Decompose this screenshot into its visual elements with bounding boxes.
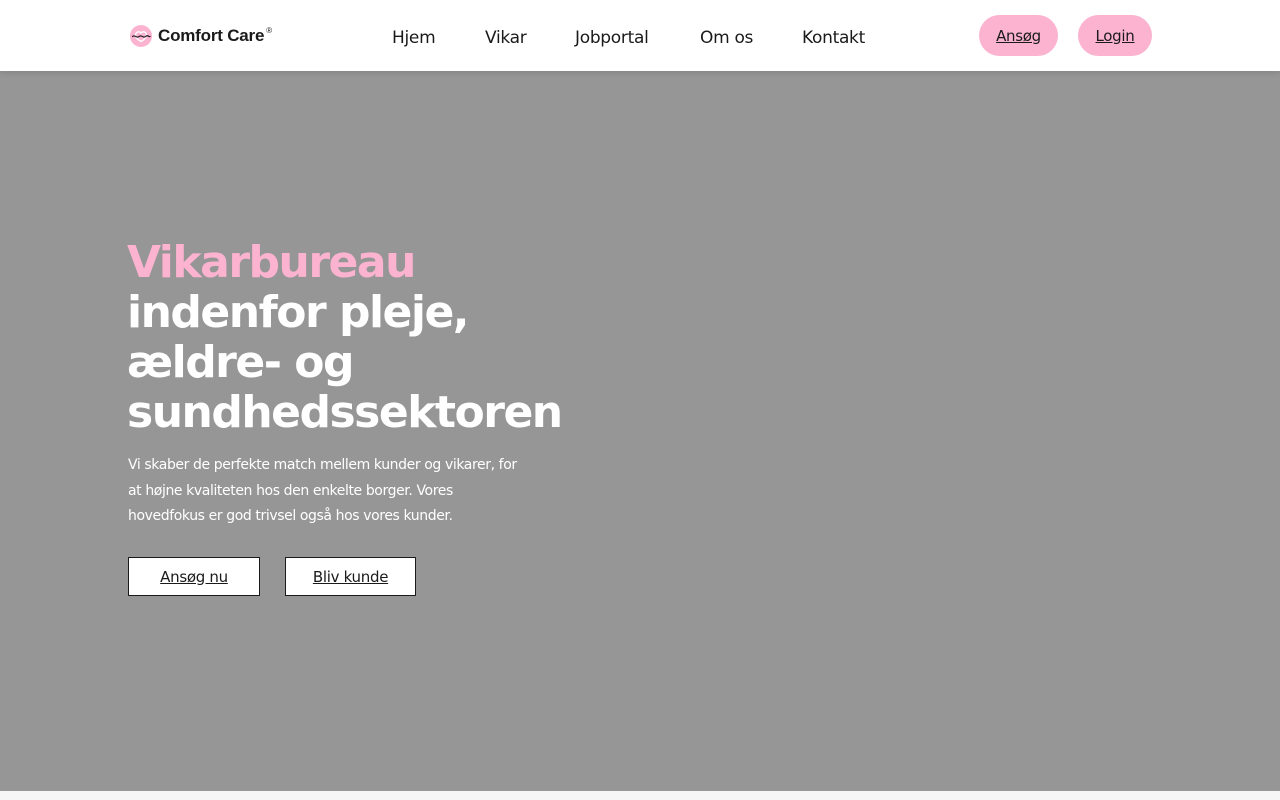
nav-item-vikar[interactable]: Vikar (485, 28, 527, 48)
nav-item-om-os[interactable]: Om os (700, 28, 753, 48)
hero-title: Vikarbureau indenfor pleje, ældre- og su… (127, 237, 563, 438)
hero-section: Vikarbureau indenfor pleje, ældre- og su… (0, 71, 1280, 791)
apply-button[interactable]: Ansøg (979, 15, 1058, 56)
hero-description: Vi skaber de perfekte match mellem kunde… (128, 457, 517, 524)
login-button[interactable]: Login (1078, 15, 1152, 56)
hero-title-accent: Vikarbureau (127, 237, 416, 288)
nav-item-hjem[interactable]: Hjem (392, 28, 436, 48)
become-customer-button[interactable]: Bliv kunde (285, 557, 416, 596)
nav-item-kontakt[interactable]: Kontakt (802, 28, 865, 48)
site-header: Comfort Care ® Hjem Vikar Jobportal Om o… (0, 0, 1280, 71)
apply-now-button[interactable]: Ansøg nu (128, 557, 260, 596)
hero-title-rest: indenfor pleje, ældre- og sundhedssektor… (127, 287, 563, 438)
nav-item-jobportal[interactable]: Jobportal (575, 28, 649, 48)
